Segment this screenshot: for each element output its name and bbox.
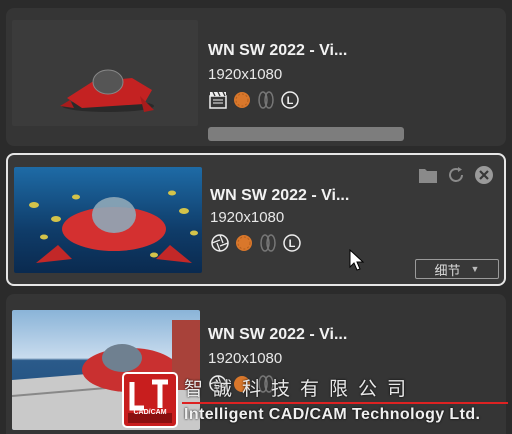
asset-title: WN SW 2022 - Vi... (208, 326, 348, 343)
company-logo-icon (122, 372, 178, 428)
asset-icons: L (210, 233, 302, 253)
asset-title: WN SW 2022 - Vi... (208, 42, 348, 59)
asset-resolution: 1920x1080 (208, 350, 283, 367)
thumbnail-submarine (12, 20, 198, 126)
video-clapper-icon (208, 90, 228, 110)
license-icon: L (282, 233, 302, 253)
asset-icons: L (208, 90, 300, 110)
stereo-icon (256, 90, 276, 110)
company-name-chinese: 智誠科技有限公司 (184, 378, 417, 400)
company-watermark: CAD/CAM 智誠科技有限公司 Intelligent CAD/CAM Tec… (118, 366, 512, 434)
orange-sphere-icon (234, 233, 254, 253)
asset-resolution: 1920x1080 (210, 209, 285, 226)
svg-text:L: L (287, 95, 294, 107)
close-icon[interactable] (474, 165, 494, 185)
detail-label: 细节 (434, 262, 461, 278)
logo-label: CAD/CAM (133, 409, 167, 416)
mouse-cursor-icon (349, 249, 365, 271)
license-icon: L (280, 90, 300, 110)
asset-card-selected[interactable]: WN SW 2022 - Vi... 1920x1080 L 细节 ▼ (6, 153, 506, 286)
camera-aperture-icon (210, 233, 230, 253)
svg-text:L: L (289, 238, 296, 250)
folder-icon[interactable] (418, 165, 438, 185)
asset-resolution: 1920x1080 (208, 66, 283, 83)
company-name-english: Intelligent CAD/CAM Technology Ltd. (184, 406, 481, 423)
divider-line (182, 402, 508, 404)
thumbnail-underwater (14, 167, 202, 273)
card-actions (418, 165, 494, 185)
asset-title: WN SW 2022 - Vi... (210, 187, 350, 204)
detail-dropdown[interactable]: 细节 ▼ (415, 259, 499, 279)
orange-sphere-icon (232, 90, 252, 110)
chevron-down-icon: ▼ (470, 264, 480, 274)
refresh-icon[interactable] (446, 165, 466, 185)
asset-card[interactable]: WN SW 2022 - Vi... 1920x1080 L (6, 8, 506, 146)
stereo-icon (258, 233, 278, 253)
progress-bar (208, 127, 404, 141)
